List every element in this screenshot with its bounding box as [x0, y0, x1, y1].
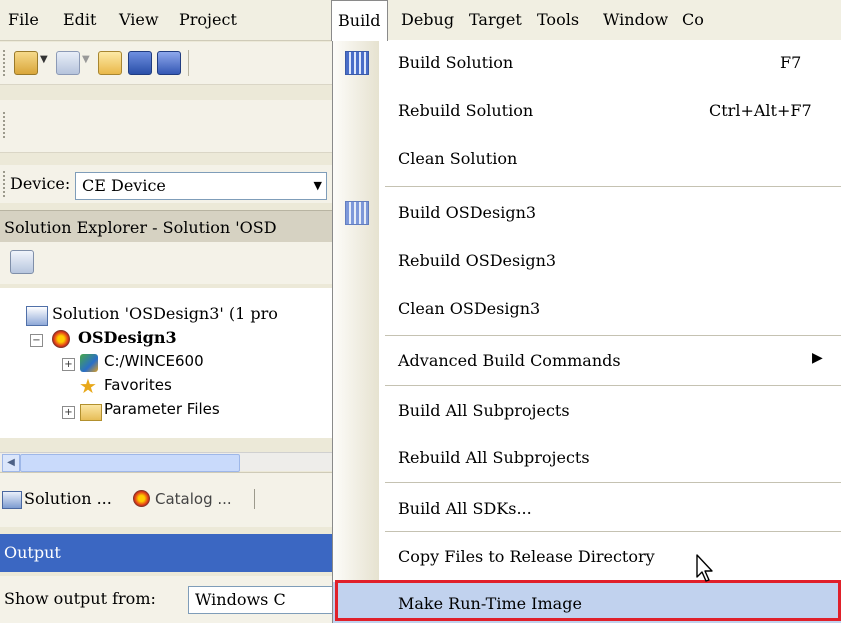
new-project-dropdown-icon[interactable]: ▼ [40, 54, 48, 65]
menu-item-label: Copy Files to Release Directory [398, 547, 655, 566]
add-item-icon[interactable] [56, 51, 80, 75]
toolbar-grip[interactable] [3, 112, 8, 138]
scrollbar-thumb[interactable] [20, 454, 240, 472]
tree-item-label: OSDesign3 [78, 328, 177, 347]
properties-icon[interactable] [10, 250, 34, 274]
menu-item-label: Rebuild OSDesign3 [398, 251, 557, 270]
folder-icon [80, 404, 102, 421]
new-project-icon[interactable] [14, 51, 38, 75]
menu-item-label: Build All Subprojects [398, 401, 570, 420]
menu-view[interactable]: View [113, 0, 165, 40]
menu-more[interactable]: Co [676, 0, 710, 40]
tree-item-label: Solution 'OSDesign3' (1 pro [52, 304, 278, 323]
menu-item-shortcut: Ctrl+Alt+F7 [709, 101, 812, 120]
toolbar-separator [188, 50, 189, 76]
solution-explorer-toolbar [0, 242, 332, 284]
submenu-arrow-icon: ▶ [812, 350, 823, 366]
menu-separator [385, 186, 841, 187]
menu-separator [385, 482, 841, 483]
menu-item-clean-osdesign[interactable]: Clean OSDesign3 [333, 286, 841, 331]
solution-tree: Solution 'OSDesign3' (1 pro − OSDesign3 … [0, 288, 332, 438]
osdesign-icon [52, 330, 70, 348]
add-item-dropdown-icon[interactable]: ▼ [82, 54, 90, 65]
solution-icon [26, 306, 48, 326]
tree-item-label: Favorites [104, 376, 172, 394]
menu-item-build-osdesign[interactable]: Build OSDesign3 [333, 190, 841, 235]
menu-item-copy-files[interactable]: Copy Files to Release Directory [333, 534, 841, 579]
tab-label: Catalog ... [155, 490, 232, 508]
menu-tools[interactable]: Tools [531, 0, 585, 40]
menu-item-make-run-time-image[interactable]: Make Run-Time Image [333, 582, 841, 623]
menu-edit[interactable]: Edit [57, 0, 102, 40]
tab-label: Solution ... [24, 489, 112, 508]
menu-item-label: Build OSDesign3 [398, 203, 537, 222]
output-title: Output [0, 534, 332, 572]
menu-item-label: Make Run-Time Image [398, 594, 582, 613]
menu-item-label: Advanced Build Commands [398, 351, 621, 370]
mouse-cursor-icon [696, 554, 713, 582]
build-project-icon [345, 201, 369, 225]
platform-icon [80, 354, 98, 372]
output-title-text: Output [4, 543, 61, 562]
output-source-value: Windows C [195, 590, 286, 609]
menu-project[interactable]: Project [173, 0, 243, 40]
secondary-toolbar [0, 100, 332, 153]
menu-item-build-all-subprojects[interactable]: Build All Subprojects [333, 388, 841, 433]
device-label: Device: [10, 174, 71, 193]
menu-item-shortcut: F7 [780, 53, 802, 72]
menu-item-rebuild-osdesign[interactable]: Rebuild OSDesign3 [333, 238, 841, 283]
menu-item-label: Build Solution [398, 53, 514, 72]
menu-item-build-all-sdks[interactable]: Build All SDKs... [333, 486, 841, 531]
menu-bar: File Edit View Project Build Debug Targe… [0, 0, 841, 41]
panel-tabs: Solution ... Catalog ... [0, 472, 332, 527]
tree-item-label: C:/WINCE600 [104, 352, 204, 370]
build-solution-icon [345, 51, 369, 75]
collapse-icon[interactable]: − [30, 334, 43, 347]
menu-debug[interactable]: Debug [395, 0, 460, 40]
menu-item-label: Rebuild Solution [398, 101, 534, 120]
chevron-down-icon[interactable]: ▼ [314, 179, 322, 192]
menu-item-advanced-build[interactable]: Advanced Build Commands ▶ [333, 338, 841, 383]
menu-item-label: Clean OSDesign3 [398, 299, 541, 318]
solution-explorer-title-text: Solution Explorer - Solution 'OSD [4, 218, 277, 237]
menu-item-label: Clean Solution [398, 149, 518, 168]
menu-item-rebuild-solution[interactable]: Rebuild Solution Ctrl+Alt+F7 [333, 88, 841, 133]
expand-icon[interactable]: + [62, 406, 75, 419]
catalog-icon [133, 490, 150, 507]
horizontal-scrollbar[interactable]: ◀ [0, 452, 332, 472]
star-icon: ★ [79, 374, 97, 398]
show-output-label: Show output from: [4, 589, 156, 608]
menu-target[interactable]: Target [463, 0, 528, 40]
standard-toolbar: ▼ ▼ [0, 42, 332, 85]
open-folder-icon[interactable] [98, 51, 122, 75]
scroll-left-icon[interactable]: ◀ [2, 454, 20, 472]
save-icon[interactable] [128, 51, 152, 75]
solution-explorer-title: Solution Explorer - Solution 'OSD [0, 210, 332, 243]
menu-item-rebuild-all-subprojects[interactable]: Rebuild All Subprojects [333, 435, 841, 480]
tree-item-label: Parameter Files [104, 400, 220, 418]
menu-item-label: Build All SDKs... [398, 499, 532, 518]
menu-window[interactable]: Window [597, 0, 674, 40]
menu-separator [385, 335, 841, 336]
menu-separator [385, 385, 841, 386]
device-toolbar: Device: CE Device ▼ [0, 165, 332, 203]
device-select[interactable]: CE Device ▼ [75, 172, 327, 200]
menu-file[interactable]: File [2, 0, 45, 40]
menu-item-clean-solution[interactable]: Clean Solution [333, 136, 841, 181]
menu-item-label: Rebuild All Subprojects [398, 448, 590, 467]
toolbar-grip[interactable] [3, 50, 8, 76]
build-menu: Build Solution F7 Rebuild Solution Ctrl+… [332, 40, 841, 623]
device-value: CE Device [82, 176, 166, 195]
output-toolbar: Show output from: Windows C [0, 576, 340, 623]
expand-icon[interactable]: + [62, 358, 75, 371]
toolbar-grip[interactable] [3, 171, 8, 197]
save-all-icon[interactable] [157, 51, 181, 75]
menu-item-build-solution[interactable]: Build Solution F7 [333, 40, 841, 85]
output-source-select[interactable]: Windows C [188, 586, 340, 614]
tab-separator [254, 489, 255, 509]
solution-icon [2, 491, 22, 509]
menu-build[interactable]: Build [331, 0, 388, 41]
menu-separator [385, 531, 841, 532]
